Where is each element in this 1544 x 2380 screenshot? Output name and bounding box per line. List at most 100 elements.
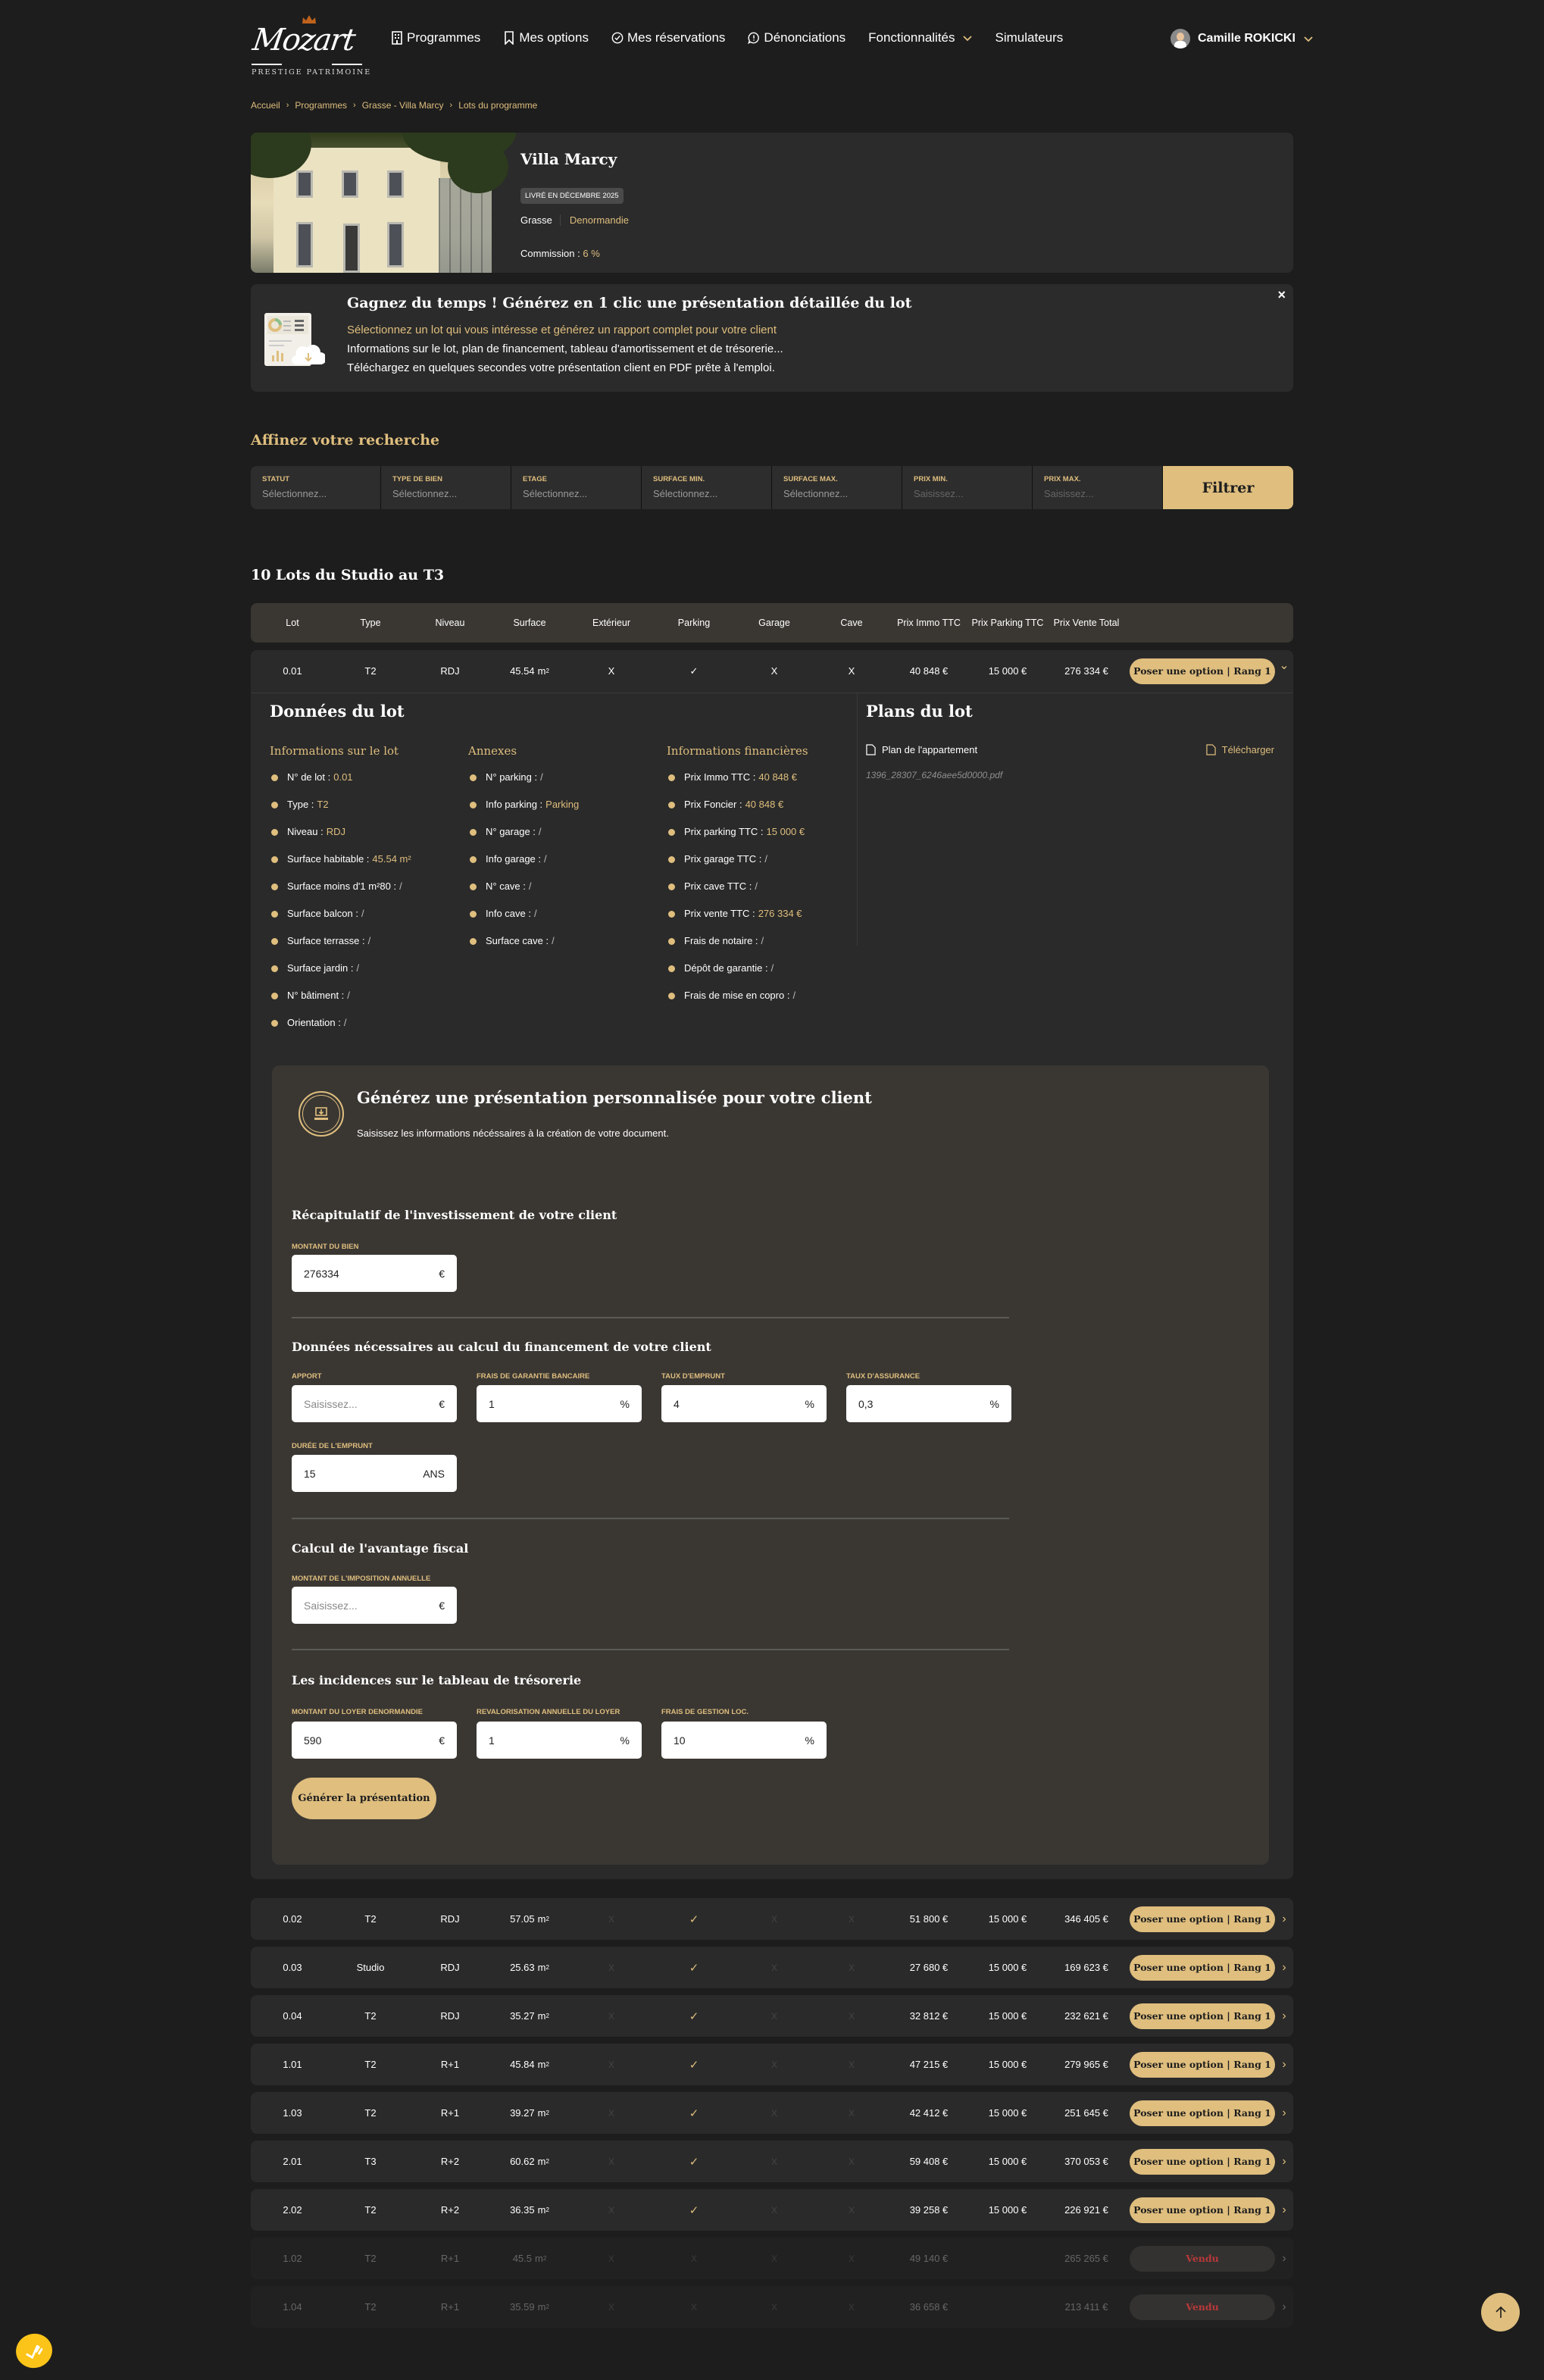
filter-surface-max[interactable]: SURFACE MAX. Sélectionnez... bbox=[772, 466, 902, 509]
place-option-button[interactable]: Poser une option | Rang 1 bbox=[1130, 1954, 1275, 1981]
cell-niveau: RDJ bbox=[440, 1962, 460, 1973]
taux-emprunt-field[interactable]: % bbox=[661, 1385, 827, 1422]
place-option-button[interactable]: Poser une option | Rang 1 bbox=[1130, 658, 1275, 684]
chevron-right-icon[interactable]: › bbox=[1275, 1898, 1293, 1940]
chevron-right-icon[interactable]: › bbox=[1275, 1947, 1293, 1988]
cell-total: 169 623 € bbox=[1064, 1962, 1108, 1973]
nav-mes-options[interactable]: Mes options bbox=[503, 30, 589, 45]
column-header[interactable]: Parking bbox=[652, 603, 736, 643]
frais-gestion-input[interactable] bbox=[674, 1734, 805, 1747]
revalorisation-input[interactable] bbox=[489, 1734, 620, 1747]
chevron-right-icon[interactable]: › bbox=[1275, 2141, 1293, 2182]
taux-emprunt-input[interactable] bbox=[674, 1397, 805, 1410]
loyer-field[interactable]: € bbox=[292, 1722, 457, 1759]
x-icon: X bbox=[770, 2059, 777, 2070]
filter-etage[interactable]: ETAGE Sélectionnez... bbox=[511, 466, 642, 509]
feedback-widget-button[interactable] bbox=[11, 2329, 57, 2372]
apport-input[interactable] bbox=[304, 1397, 439, 1410]
nav-simulateurs[interactable]: Simulateurs bbox=[995, 30, 1064, 45]
loyer-input[interactable] bbox=[304, 1734, 439, 1747]
table-row[interactable]: 2.02 T2 R+2 36.35 m 2 X ✓ X X 39 258 € 15 000 € 226 … bbox=[251, 2189, 1293, 2231]
column-header[interactable]: Type bbox=[329, 603, 412, 643]
place-option-button[interactable]: Poser une option | Rang 1 bbox=[1130, 1906, 1275, 1932]
cell-surface: 36.35 m 2 bbox=[488, 2189, 571, 2231]
nav-mes-reservations[interactable]: Mes réservations bbox=[611, 30, 725, 45]
detail-item: Niveau : RDJ bbox=[270, 826, 411, 853]
montant-bien-field[interactable]: € bbox=[292, 1255, 457, 1292]
apport-field[interactable]: € bbox=[292, 1385, 457, 1422]
place-option-button[interactable]: Poser une option | Rang 1 bbox=[1130, 2051, 1275, 2078]
frais-gestion-field[interactable]: % bbox=[661, 1722, 827, 1759]
imposition-input[interactable] bbox=[304, 1599, 439, 1612]
column-header[interactable]: Extérieur bbox=[570, 603, 653, 643]
taux-assurance-input[interactable] bbox=[858, 1397, 990, 1410]
download-document-icon bbox=[298, 1091, 344, 1137]
column-header[interactable]: Lot bbox=[251, 603, 334, 643]
surface-value: 45.84 bbox=[510, 2059, 535, 2070]
cell-cave: X bbox=[810, 2189, 893, 2231]
column-header[interactable]: Prix Vente Total bbox=[1045, 603, 1128, 643]
chevron-right-icon[interactable]: › bbox=[1275, 2044, 1293, 2085]
table-row[interactable]: 2.01 T3 R+2 60.62 m 2 X ✓ X X 59 408 € 15 000 € 370 … bbox=[251, 2141, 1293, 2182]
detail-item: Dépôt de garantie : / bbox=[667, 962, 805, 990]
table-row[interactable]: 1.02 T2 R+1 45.5 m 2 X X X X 49 140 € 265 265 € Vend… bbox=[251, 2238, 1293, 2279]
chevron-right-icon[interactable]: › bbox=[1275, 2092, 1293, 2134]
table-row[interactable]: 0.04 T2 RDJ 35.27 m 2 X ✓ X X 32 812 € 15 000 € 232 … bbox=[251, 1995, 1293, 2037]
cell-parking: ✓ bbox=[652, 2092, 736, 2134]
chevron-right-icon[interactable]: › bbox=[1275, 2286, 1293, 2328]
nav-fonctionnalites[interactable]: Fonctionnalités bbox=[868, 30, 972, 45]
column-header[interactable]: Surface bbox=[488, 603, 571, 643]
place-option-button[interactable]: Poser une option | Rang 1 bbox=[1130, 2100, 1275, 2126]
filter-type-de-bien[interactable]: TYPE DE BIEN Sélectionnez... bbox=[381, 466, 511, 509]
filters-bar: STATUT Sélectionnez... TYPE DE BIEN Séle… bbox=[251, 466, 1293, 509]
duree-emprunt-field[interactable]: ANS bbox=[292, 1455, 457, 1492]
montant-bien-input[interactable] bbox=[304, 1267, 439, 1280]
logo[interactable]: Mozart PRESTIGE PATRIMOINE bbox=[250, 14, 370, 77]
filter-surface-min[interactable]: SURFACE MIN. Sélectionnez... bbox=[642, 466, 772, 509]
table-row[interactable]: 0.02 T2 RDJ 57.05 m 2 X ✓ X X 51 800 € 15 000 € 346 … bbox=[251, 1898, 1293, 1940]
table-row[interactable]: 0.03 Studio RDJ 25.63 m 2 X ✓ X X 27 680 € 15 000 €… bbox=[251, 1947, 1293, 1988]
chevron-right-icon[interactable]: › bbox=[1275, 2238, 1293, 2279]
place-option-button[interactable]: Poser une option | Rang 1 bbox=[1130, 2148, 1275, 2175]
frais-garantie-input[interactable] bbox=[489, 1397, 620, 1410]
chevron-right-icon[interactable]: › bbox=[1275, 2189, 1293, 2231]
imposition-field[interactable]: € bbox=[292, 1587, 457, 1624]
cell-niveau: R+1 bbox=[440, 2301, 460, 2313]
filter-statut[interactable]: STATUT Sélectionnez... bbox=[251, 466, 381, 509]
column-header[interactable]: Cave bbox=[810, 603, 893, 643]
column-header[interactable]: Prix Immo TTC bbox=[887, 603, 970, 643]
filter-prix-max[interactable]: PRIX MAX. Saisissez... bbox=[1033, 466, 1163, 509]
revalorisation-field[interactable]: % bbox=[477, 1722, 642, 1759]
chevron-right-icon[interactable]: › bbox=[1275, 1995, 1293, 2037]
detail-label: Prix vente TTC : bbox=[684, 908, 755, 919]
table-row[interactable]: 0.01 T2 RDJ 45.54 m 2 X ✓ X X 40 848 € 15 000 € 276 … bbox=[251, 650, 1293, 692]
column-header[interactable]: Garage bbox=[733, 603, 816, 643]
filter-button[interactable]: Filtrer bbox=[1163, 466, 1293, 509]
filter-prix-min[interactable]: PRIX MIN. Saisissez... bbox=[902, 466, 1033, 509]
column-header[interactable]: Prix Parking TTC bbox=[966, 603, 1049, 643]
breadcrumb-item[interactable]: Grasse - Villa Marcy bbox=[362, 100, 444, 111]
table-row[interactable]: 1.03 T2 R+1 39.27 m 2 X ✓ X X 42 412 € 15 000 € 251 … bbox=[251, 2092, 1293, 2134]
column-header[interactable]: Niveau bbox=[408, 603, 492, 643]
download-plan-link[interactable]: Télécharger bbox=[1205, 744, 1274, 755]
chevron-down-icon[interactable]: ⌄ bbox=[1275, 644, 1293, 686]
frais-garantie-field[interactable]: % bbox=[477, 1385, 642, 1422]
surface-unit: m bbox=[537, 2301, 546, 2313]
breadcrumb-item[interactable]: Accueil bbox=[251, 100, 280, 111]
duree-emprunt-input[interactable] bbox=[304, 1467, 424, 1480]
place-option-button[interactable]: Poser une option | Rang 1 bbox=[1130, 2197, 1275, 2223]
generate-presentation-button[interactable]: Générer la présentation bbox=[292, 1778, 436, 1819]
scroll-to-top-button[interactable] bbox=[1481, 2293, 1520, 2332]
table-row[interactable]: 1.04 T2 R+1 35.59 m 2 X X X X 36 658 € 213 411 € Ven… bbox=[251, 2286, 1293, 2328]
place-option-button[interactable]: Poser une option | Rang 1 bbox=[1130, 2003, 1275, 2029]
x-icon: X bbox=[608, 2253, 614, 2264]
detail-label: Dépôt de garantie : bbox=[684, 962, 768, 974]
cell-garage: X bbox=[733, 1995, 816, 2037]
breadcrumb-item[interactable]: Programmes bbox=[295, 100, 347, 111]
nav-programmes[interactable]: Programmes bbox=[391, 30, 480, 45]
table-row[interactable]: 1.01 T2 R+1 45.84 m 2 X ✓ X X 47 215 € 15 000 € 279 … bbox=[251, 2044, 1293, 2085]
close-icon[interactable]: × bbox=[1277, 287, 1286, 303]
taux-assurance-field[interactable]: % bbox=[846, 1385, 1011, 1422]
nav-denonciations[interactable]: Dénonciations bbox=[748, 30, 845, 45]
user-menu[interactable]: Camille ROKICKI bbox=[1171, 29, 1314, 48]
